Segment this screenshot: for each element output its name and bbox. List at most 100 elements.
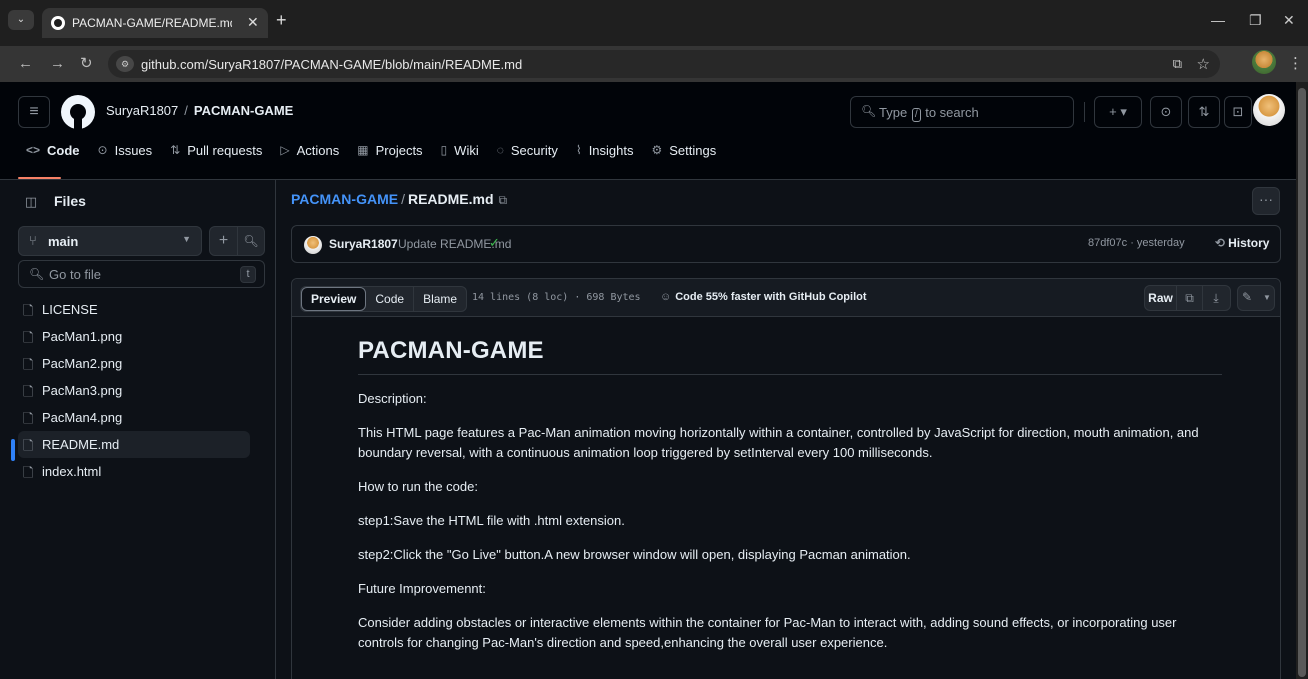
readme-body: PACMAN-GAME Description: This HTML page …	[358, 337, 1222, 667]
tab-security[interactable]: ◌ Security	[489, 138, 566, 162]
new-tab-button[interactable]: +	[276, 11, 287, 29]
search-shortcut-key: /	[911, 108, 921, 122]
browser-profile-avatar[interactable]	[1252, 50, 1276, 74]
repo-name-link[interactable]: PACMAN-GAME	[194, 103, 293, 118]
active-file-marker	[11, 439, 15, 461]
tab-insights[interactable]: ⌇ Insights	[568, 138, 642, 162]
reload-icon[interactable]: ↻	[80, 55, 93, 73]
issue-icon: ⊙	[97, 143, 108, 157]
breadcrumb-repo-link[interactable]: PACMAN-GAME	[291, 191, 398, 207]
branch-selector[interactable]: ⑂ main ▼	[18, 226, 202, 256]
tab-actions[interactable]: ▷ Actions	[272, 138, 347, 162]
readme-paragraph: Consider adding obstacles or interactive…	[358, 615, 1177, 650]
back-icon[interactable]: ←	[18, 55, 33, 73]
commit-hash-time[interactable]: 87df07c · yesterday	[1088, 237, 1185, 249]
bookmark-star-icon[interactable]: ☆	[1197, 55, 1210, 73]
tree-item-label: PacMan2.png	[42, 356, 123, 371]
tab-label: Insights	[588, 142, 634, 158]
file-header: Preview Code Blame 14 lines (8 loc) · 69…	[292, 279, 1280, 317]
blame-tab[interactable]: Blame	[413, 287, 466, 311]
copilot-promo-text: Code 55% faster with GitHub Copilot	[675, 291, 867, 303]
page-scrollbar[interactable]	[1296, 82, 1308, 679]
tree-item-label: PacMan1.png	[42, 329, 123, 344]
readme-paragraph: Description:	[358, 391, 427, 406]
branch-name: main	[48, 234, 79, 249]
tab-search-button[interactable]: ⌄	[8, 10, 34, 30]
view-toggle: Preview Code Blame	[300, 286, 468, 312]
file-icon: 🗋	[23, 411, 34, 426]
tree-item-pacman1[interactable]: 🗋 PacMan1.png	[18, 323, 250, 350]
hamburger-menu-icon[interactable]: ≡	[18, 96, 50, 128]
tree-item-pacman3[interactable]: 🗋 PacMan3.png	[18, 377, 250, 404]
tab-pull-requests[interactable]: ⇅ Pull requests	[162, 138, 270, 162]
collapse-sidebar-icon[interactable]: ◫	[18, 190, 44, 214]
copilot-promo-link[interactable]: ☺ Code 55% faster with GitHub Copilot	[660, 291, 867, 303]
scrollbar-thumb[interactable]	[1298, 88, 1306, 677]
tab-projects[interactable]: ▦ Projects	[349, 138, 430, 162]
tree-item-pacman4[interactable]: 🗋 PacMan4.png	[18, 404, 250, 431]
commit-author[interactable]: SuryaR1807	[329, 237, 398, 251]
repo-owner-link[interactable]: SuryaR1807	[106, 103, 178, 118]
tree-item-readme[interactable]: 🗋 README.md	[18, 431, 250, 458]
tab-issues[interactable]: ⊙ Issues	[90, 138, 161, 162]
commit-author-avatar[interactable]	[304, 236, 322, 254]
tab-wiki[interactable]: ▯ Wiki	[433, 138, 487, 162]
go-to-file-input[interactable]: 🔍︎ Go to file t	[18, 260, 265, 288]
minimize-icon[interactable]: —	[1211, 12, 1225, 28]
install-app-icon[interactable]: ⧉	[1173, 56, 1182, 72]
pull-requests-icon[interactable]: ⇅	[1188, 96, 1220, 128]
search-input[interactable]: 🔍︎ Type / to search	[850, 96, 1074, 128]
readme-heading: PACMAN-GAME	[358, 337, 1222, 375]
tab-settings[interactable]: ⚙ Settings	[644, 138, 725, 162]
repo-nav: <> Code ⊙ Issues ⇅ Pull requests ▷ Actions ▦…	[18, 138, 726, 178]
forward-icon[interactable]: →	[50, 55, 65, 73]
tree-item-index-html[interactable]: 🗋 index.html	[18, 458, 250, 485]
close-tab-icon[interactable]: ✕	[247, 14, 259, 31]
selected-tab-underline	[18, 177, 61, 179]
close-window-icon[interactable]: ✕	[1283, 12, 1295, 29]
file-icon: 🗋	[23, 438, 34, 453]
raw-button[interactable]: Raw	[1145, 286, 1177, 310]
preview-tab[interactable]: Preview	[301, 287, 367, 311]
readme-paragraph: How to run the code:	[358, 479, 478, 494]
issues-icon[interactable]: ⊙	[1150, 96, 1182, 128]
book-icon: ▯	[440, 143, 448, 157]
tree-item-label: index.html	[42, 464, 102, 479]
file-icon: 🗋	[23, 330, 34, 345]
chevron-down-icon[interactable]: ▼	[1263, 293, 1271, 302]
repo-breadcrumb: SuryaR1807 / PACMAN-GAME	[106, 103, 293, 118]
readme-paragraph: Future Improvemennt:	[358, 581, 486, 596]
browser-tab[interactable]: PACMAN-GAME/README.md a ✕	[42, 8, 268, 38]
more-options-button[interactable]: ···	[1252, 187, 1280, 215]
tab-label: Code	[47, 142, 80, 158]
search-files-button[interactable]: 🔍︎	[238, 227, 264, 255]
add-file-button[interactable]: +	[210, 227, 238, 255]
inbox-icon[interactable]: ⊡	[1224, 96, 1252, 128]
copilot-icon: ☺	[660, 291, 672, 303]
browser-menu-icon[interactable]: ⋮	[1288, 54, 1303, 72]
address-bar[interactable]: ⚙ github.com/SuryaR1807/PACMAN-GAME/blob…	[108, 50, 1220, 78]
tree-item-license[interactable]: 🗋 LICENSE	[18, 296, 250, 323]
create-new-button[interactable]: + ▾	[1094, 96, 1142, 128]
restore-icon[interactable]: ❐	[1249, 12, 1262, 29]
tree-item-pacman2[interactable]: 🗋 PacMan2.png	[18, 350, 250, 377]
check-icon[interactable]: ✓	[489, 235, 500, 251]
site-info-icon[interactable]: ⚙	[116, 56, 134, 72]
files-title: Files	[54, 193, 86, 209]
code-tab[interactable]: Code	[366, 287, 413, 311]
copy-icon[interactable]: ⧉	[1177, 286, 1203, 310]
sidebar-actions: + 🔍︎	[209, 226, 265, 256]
tab-code[interactable]: <> Code	[18, 138, 88, 162]
edit-file-button[interactable]: ✎ ▼	[1237, 285, 1275, 311]
github-logo-icon[interactable]	[61, 95, 95, 129]
file-content-box: Preview Code Blame 14 lines (8 loc) · 69…	[291, 278, 1281, 679]
file-view: PACMAN-GAME / README.md ⧉ ··· SuryaR1807 Up…	[277, 180, 1296, 679]
pencil-icon: ✎	[1242, 290, 1253, 304]
download-icon[interactable]: ⤓	[1203, 286, 1229, 310]
copy-path-icon[interactable]: ⧉	[499, 193, 508, 207]
history-button[interactable]: ⟲ History	[1215, 236, 1269, 250]
tree-item-label: LICENSE	[42, 302, 98, 317]
user-avatar[interactable]	[1253, 94, 1285, 126]
url-text[interactable]: github.com/SuryaR1807/PACMAN-GAME/blob/m…	[141, 57, 522, 72]
file-stats: 14 lines (8 loc) · 698 Bytes	[472, 292, 641, 303]
